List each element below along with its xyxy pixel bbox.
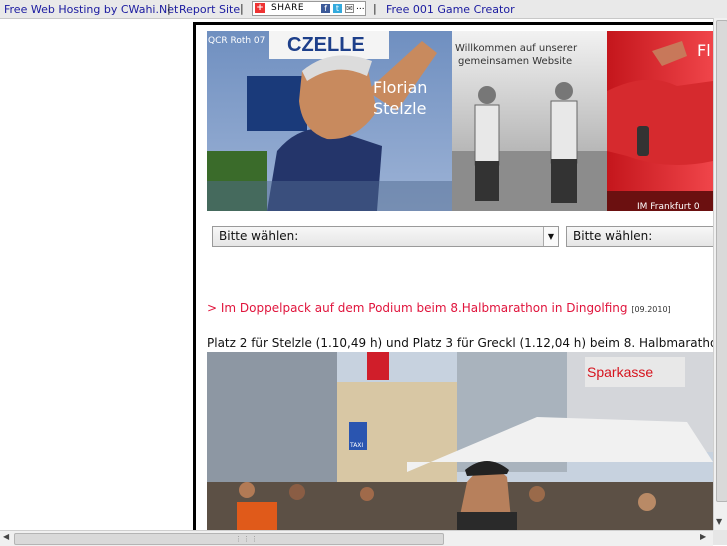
free-hosting-link[interactable]: Free Web Hosting by CWahi.Net — [4, 3, 178, 16]
separator: | — [240, 2, 244, 15]
banner-caption-right: IM Frankfurt 0 — [637, 202, 700, 211]
article-photo: Sparkasse TAXI — [207, 352, 713, 530]
hosting-bar: Free Web Hosting by CWahi.Net | Report S… — [0, 0, 727, 19]
scroll-left-icon[interactable]: ◀ — [3, 532, 9, 541]
article-text: Platz 2 für Stelzle (1.10,49 h) und Plat… — [207, 336, 713, 350]
vertical-scroll-thumb[interactable] — [716, 20, 727, 502]
email-icon[interactable]: ✉ — [345, 4, 354, 13]
game-creator-link[interactable]: Free 001 Game Creator — [386, 3, 515, 16]
banner-image: CZELLE Florian Stelzle QCR Roth 07 Willk… — [207, 31, 713, 211]
separator: | — [167, 2, 171, 15]
report-site-link[interactable]: Report Site — [179, 3, 240, 16]
share-button[interactable]: + SHARE f t ✉ ... — [252, 1, 366, 16]
twitter-icon[interactable]: t — [333, 4, 342, 13]
page-frame: CZELLE Florian Stelzle QCR Roth 07 Willk… — [193, 22, 713, 530]
sparkasse-sign: Sparkasse — [587, 364, 653, 380]
banner-sign: CZELLE — [287, 34, 365, 56]
scroll-down-icon[interactable]: ▼ — [716, 517, 722, 526]
welcome-line-1: Willkommen auf unserer — [455, 43, 578, 54]
page-content: CZELLE Florian Stelzle QCR Roth 07 Willk… — [196, 25, 713, 530]
race-photo: Sparkasse TAXI — [207, 352, 713, 530]
taxi-sign: TAXI — [349, 442, 363, 449]
scrollbar-corner — [713, 530, 727, 545]
banner-name-first: Florian — [373, 78, 427, 97]
share-label: SHARE — [271, 3, 305, 13]
plus-icon: + — [255, 3, 265, 13]
welcome-line-2: gemeinsamen Website — [458, 56, 572, 67]
article-headline[interactable]: > Im Doppelpack auf dem Podium beim 8.Ha… — [207, 301, 671, 315]
navigation-select-1[interactable]: Bitte wählen: ▼ — [212, 226, 559, 247]
select-value: Bitte wählen: — [219, 229, 299, 243]
separator: | — [373, 2, 377, 15]
facebook-icon[interactable]: f — [321, 4, 330, 13]
vertical-scrollbar[interactable]: ▼ — [713, 18, 727, 530]
scroll-right-icon[interactable]: ▶ — [700, 532, 706, 541]
horizontal-scroll-thumb[interactable]: ⋮⋮⋮ — [14, 533, 444, 545]
select-value: Bitte wählen: — [573, 229, 653, 243]
banner-caption-left: QCR Roth 07 — [208, 36, 265, 46]
chevron-down-icon[interactable]: ▼ — [543, 227, 558, 246]
navigation-select-2[interactable]: Bitte wählen: — [566, 226, 713, 247]
banner-name-last: Stelzle — [373, 99, 426, 118]
more-share-text: ... — [356, 2, 365, 12]
horizontal-scrollbar[interactable]: ◀ ⋮⋮⋮ ▶ — [0, 530, 713, 546]
banner-corner-text: Fl — [697, 41, 711, 60]
header-banner: CZELLE Florian Stelzle QCR Roth 07 Willk… — [207, 31, 713, 211]
article-date: [09.2010] — [631, 305, 671, 314]
grip-icon: ⋮⋮⋮ — [235, 535, 259, 543]
headline-text[interactable]: > Im Doppelpack auf dem Podium beim 8.Ha… — [207, 301, 628, 315]
